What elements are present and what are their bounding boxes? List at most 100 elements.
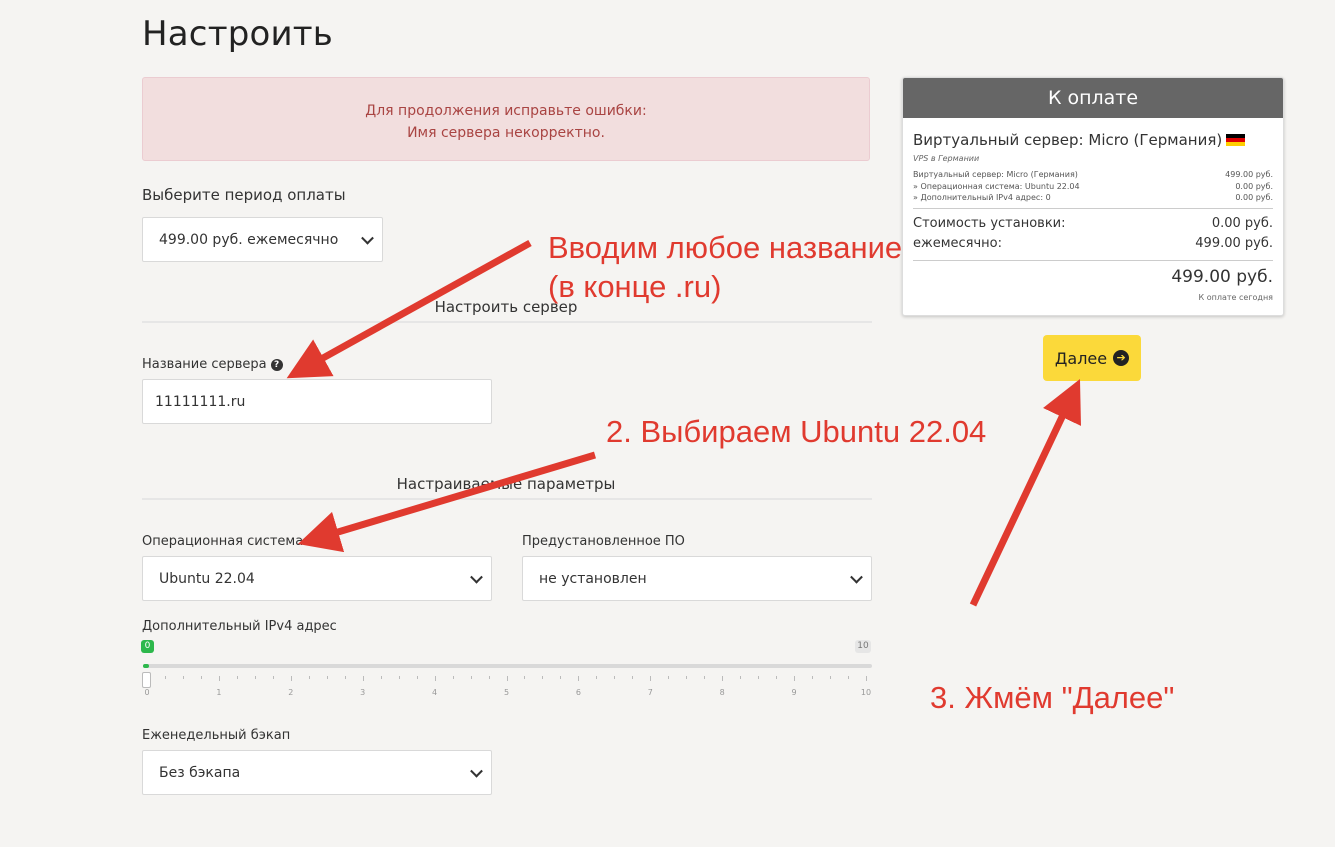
annotation-step2: 2. Выбираем Ubuntu 22.04 bbox=[606, 414, 987, 449]
order-summary: К оплате Виртуальный сервер: Micro (Герм… bbox=[902, 77, 1284, 316]
slider-tick bbox=[560, 676, 562, 679]
slider-tick bbox=[470, 676, 472, 679]
slider-tick-label: 5 bbox=[503, 688, 510, 697]
billing-cycle-select[interactable]: 499.00 руб. ежемесячно bbox=[142, 217, 383, 262]
product-name-text: Виртуальный сервер: Micro (Германия) bbox=[913, 131, 1223, 149]
slider-tick bbox=[704, 676, 706, 679]
ipv4-value-bubble: 0 bbox=[141, 640, 154, 653]
slider-tick bbox=[506, 676, 508, 681]
slider-tick bbox=[254, 676, 256, 679]
setup-fee-price: 0.00 руб. bbox=[1211, 216, 1273, 231]
slider-tick bbox=[596, 676, 598, 679]
slider-tick bbox=[668, 676, 670, 679]
slider-tick bbox=[182, 676, 184, 679]
slider-tick bbox=[434, 676, 436, 681]
ipv4-max-bubble: 10 bbox=[855, 640, 871, 653]
slider-tick-label: 3 bbox=[360, 688, 366, 697]
os-label: Операционная система bbox=[142, 534, 304, 549]
annotation-step1: Вводим любое название (в конце .ru) bbox=[548, 228, 902, 306]
line-item-label: » Операционная система: Ubuntu 22.04 bbox=[913, 182, 1080, 191]
backup-select[interactable]: Без бэкапа bbox=[142, 750, 492, 795]
arrow-to-os-select bbox=[297, 451, 597, 553]
ipv4-label: Дополнительный IPv4 адрес bbox=[142, 619, 337, 634]
slider-tick bbox=[290, 676, 292, 681]
slider-tick bbox=[524, 676, 526, 679]
chevron-down-icon bbox=[470, 764, 483, 778]
slider-tick bbox=[758, 676, 760, 679]
ipv4-slider-handle[interactable] bbox=[142, 672, 151, 688]
os-select[interactable]: Ubuntu 22.04 bbox=[142, 556, 492, 601]
slider-tick bbox=[236, 676, 238, 679]
slider-tick bbox=[344, 676, 346, 679]
monthly-price: 499.00 руб. bbox=[1195, 236, 1273, 251]
backup-value: Без бэкапа bbox=[159, 764, 241, 781]
slider-tick bbox=[866, 676, 867, 681]
custom-options-title: Настраиваемые параметры bbox=[396, 475, 616, 493]
slider-tick-label: 4 bbox=[432, 688, 438, 697]
slider-tick bbox=[452, 676, 454, 679]
software-label: Предустановленное ПО bbox=[522, 534, 685, 549]
slider-tick bbox=[632, 676, 634, 679]
divider bbox=[913, 208, 1273, 209]
divider bbox=[142, 498, 872, 500]
server-name-label: Название сервера? bbox=[142, 357, 283, 372]
slider-tick-label: 0 bbox=[144, 688, 150, 697]
chevron-down-icon bbox=[850, 570, 863, 584]
chevron-down-icon bbox=[470, 570, 483, 584]
annotation-step1-line1: Вводим любое название bbox=[548, 230, 903, 265]
arrow-right-icon: ➔ bbox=[1113, 350, 1130, 366]
ipv4-slider-track[interactable] bbox=[143, 664, 872, 668]
product-name: Виртуальный сервер: Micro (Германия) bbox=[913, 131, 1246, 149]
os-value: Ubuntu 22.04 bbox=[159, 570, 255, 587]
alert-line-1: Для продолжения исправьте ошибки: bbox=[365, 103, 647, 119]
error-alert: Для продолжения исправьте ошибки: Имя се… bbox=[142, 77, 870, 161]
slider-tick bbox=[776, 676, 778, 679]
slider-tick bbox=[308, 676, 310, 679]
line-item-price: 0.00 руб. bbox=[1235, 182, 1273, 191]
help-icon[interactable]: ? bbox=[270, 359, 283, 371]
annotation-step3: 3. Жмём "Далее" bbox=[930, 680, 1175, 715]
slider-tick bbox=[416, 676, 418, 679]
line-item-price: 499.00 руб. bbox=[1225, 170, 1273, 179]
order-summary-header: К оплате bbox=[903, 78, 1283, 118]
slider-tick-label: 8 bbox=[719, 688, 725, 697]
setup-fee-label: Стоимость установки: bbox=[913, 216, 1066, 231]
line-item-label: » Дополнительный IPv4 адрес: 0 bbox=[913, 193, 1051, 202]
slider-tick-label: 7 bbox=[647, 688, 653, 697]
slider-tick bbox=[218, 676, 220, 681]
slider-tick bbox=[200, 676, 202, 679]
divider bbox=[913, 260, 1273, 261]
divider bbox=[142, 321, 872, 323]
slider-tick bbox=[326, 676, 328, 679]
slider-tick bbox=[272, 676, 274, 679]
backup-label: Еженедельный бэкап bbox=[142, 728, 291, 743]
product-subtitle: VPS в Германии bbox=[913, 154, 980, 163]
ipv4-slider-fill bbox=[143, 664, 149, 668]
next-button-label: Далее bbox=[1054, 348, 1108, 368]
slider-tick-label: 10 bbox=[860, 688, 872, 697]
slider-tick bbox=[740, 676, 742, 679]
slider-tick bbox=[578, 676, 580, 681]
server-name-value: 11111111.ru bbox=[155, 393, 246, 410]
total-due: 499.00 руб. bbox=[1171, 267, 1273, 287]
line-item-price: 0.00 руб. bbox=[1235, 193, 1273, 202]
slider-tick bbox=[830, 676, 832, 679]
germany-flag-icon bbox=[1226, 134, 1246, 146]
slider-tick bbox=[812, 676, 814, 679]
next-button[interactable]: Далее ➔ bbox=[1043, 335, 1141, 381]
slider-tick-label: 2 bbox=[288, 688, 294, 697]
slider-tick-label: 9 bbox=[791, 688, 797, 697]
software-value: не установлен bbox=[539, 570, 647, 587]
billing-cycle-value: 499.00 руб. ежемесячно bbox=[159, 231, 339, 248]
line-item-label: Виртуальный сервер: Micro (Германия) bbox=[913, 170, 1078, 179]
slider-tick bbox=[848, 676, 850, 679]
page-title: Настроить bbox=[142, 14, 334, 54]
slider-tick bbox=[380, 676, 382, 679]
slider-tick bbox=[686, 676, 688, 679]
slider-tick bbox=[794, 676, 796, 681]
server-name-label-text: Название сервера bbox=[142, 357, 267, 372]
software-select[interactable]: не установлен bbox=[522, 556, 872, 601]
slider-tick bbox=[542, 676, 544, 679]
billing-cycle-label: Выберите период оплаты bbox=[142, 186, 346, 204]
server-name-input[interactable]: 11111111.ru bbox=[142, 379, 492, 424]
